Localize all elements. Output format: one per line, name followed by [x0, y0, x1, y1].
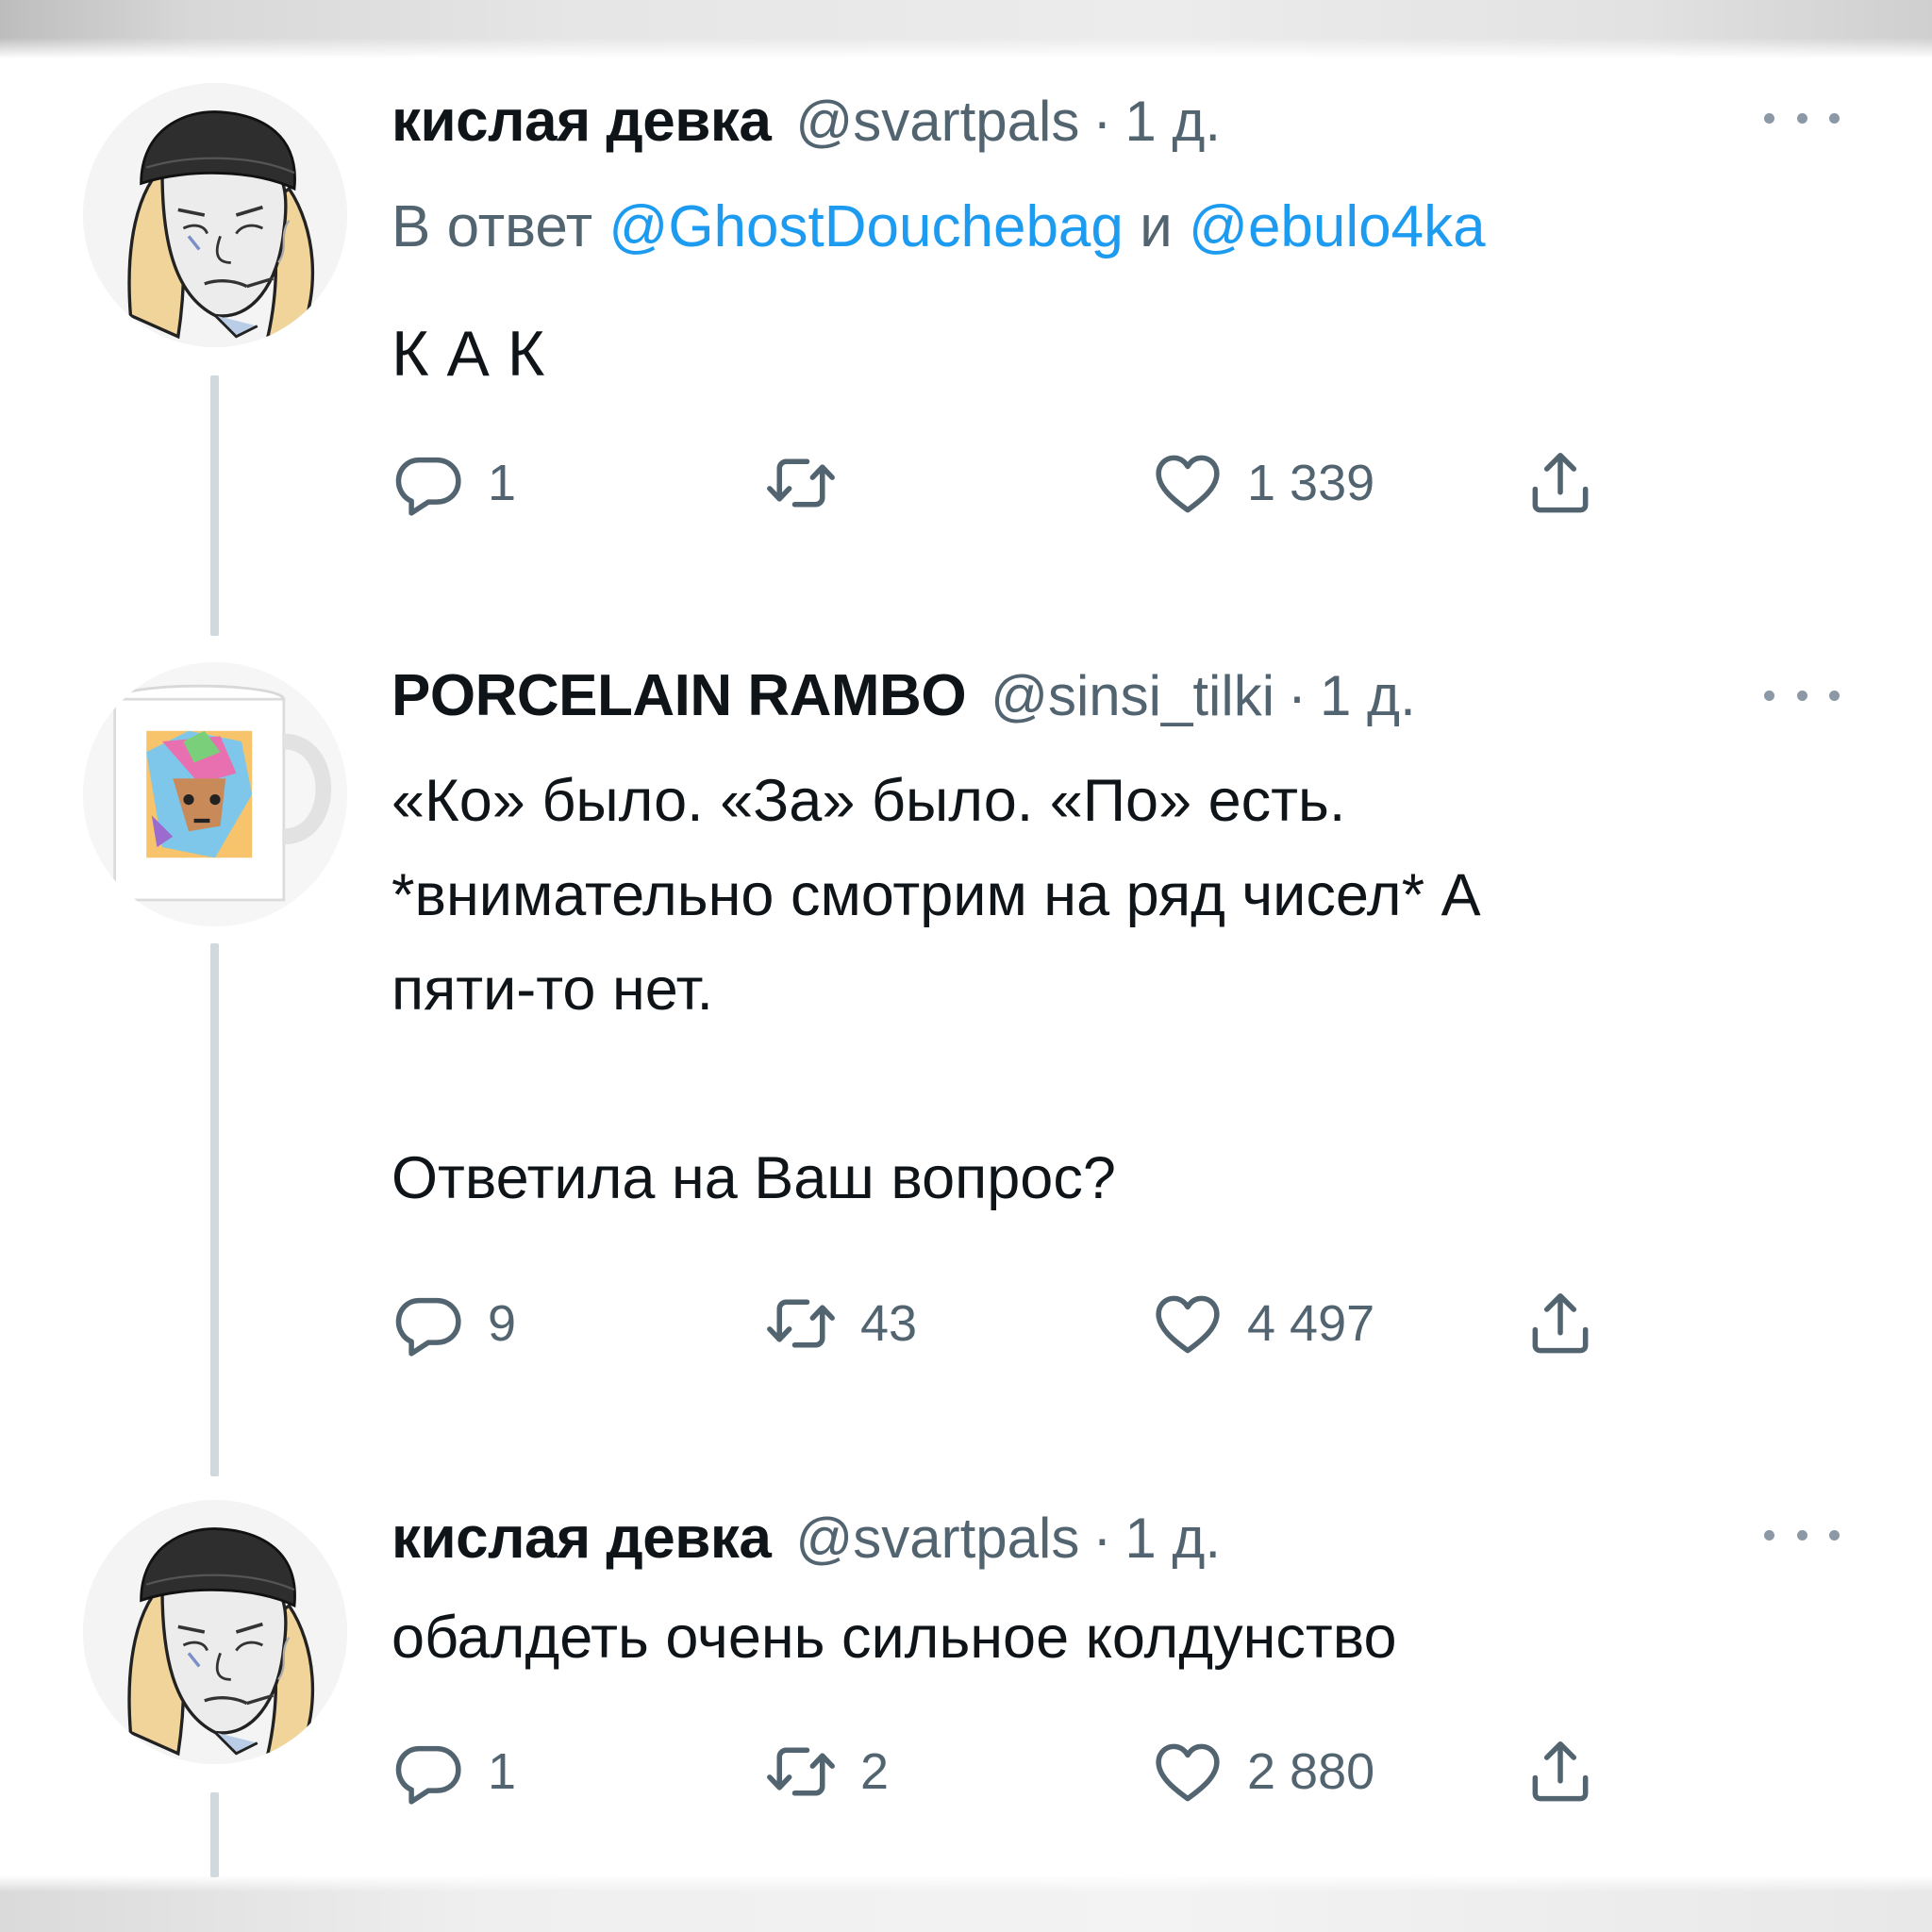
reply-icon — [391, 1735, 465, 1808]
avatar[interactable] — [83, 83, 347, 347]
retweet-button[interactable] — [764, 441, 860, 525]
share-button[interactable] — [1524, 1281, 1597, 1366]
separator: · — [1092, 1506, 1112, 1570]
reply-button[interactable]: 9 — [391, 1281, 516, 1366]
avatar[interactable] — [83, 662, 347, 926]
retweet-count: 43 — [860, 1295, 918, 1352]
blurred-bottom-edge — [0, 1875, 1932, 1932]
tweet-header: кислая девка @svartpals · 1 д. — [391, 1500, 1221, 1575]
share-icon — [1524, 1735, 1597, 1808]
like-button[interactable]: 4 497 — [1151, 1281, 1374, 1366]
like-count: 1 339 — [1247, 455, 1375, 511]
tweet-actions: 1 1 339 — [391, 441, 1637, 525]
heart-icon — [1151, 1287, 1224, 1360]
tweet-text: «Ко» было. «За» было. «По» есть. *внимат… — [391, 768, 1481, 1211]
like-button[interactable]: 2 880 — [1151, 1729, 1374, 1814]
reply-count: 9 — [488, 1295, 517, 1352]
reply-icon — [391, 446, 465, 520]
display-name[interactable]: PORCELAIN RAMBO — [391, 662, 967, 729]
blurred-top-edge — [0, 0, 1932, 58]
tweet-actions: 1 2 2 880 — [391, 1729, 1637, 1814]
display-name[interactable]: кислая девка — [391, 88, 772, 155]
tweet-text: К А К — [391, 318, 545, 390]
user-handle[interactable]: @svartpals — [795, 1506, 1079, 1571]
like-button[interactable]: 1 339 — [1151, 441, 1374, 525]
tweet-actions: 9 43 4 497 — [391, 1281, 1637, 1366]
reply-button[interactable]: 1 — [391, 441, 516, 525]
separator: · — [1288, 663, 1307, 727]
reply-count: 1 — [488, 455, 517, 511]
tweet-header: кислая девка @svartpals · 1 д. — [391, 83, 1221, 158]
share-button[interactable] — [1524, 1729, 1597, 1814]
retweet-icon — [764, 446, 838, 520]
share-icon — [1524, 1287, 1597, 1360]
reply-button[interactable]: 1 — [391, 1729, 516, 1814]
thread-line — [210, 375, 219, 636]
like-count: 4 497 — [1247, 1295, 1375, 1352]
avatar-image — [83, 1500, 347, 1764]
retweet-count: 2 — [860, 1743, 890, 1800]
reply-count: 1 — [488, 1743, 517, 1800]
avatar[interactable] — [83, 1500, 347, 1764]
thread-line — [210, 943, 219, 1476]
mention-link[interactable]: @ebulo4ka — [1189, 194, 1486, 259]
more-icon[interactable] — [1764, 676, 1840, 714]
retweet-icon — [764, 1287, 838, 1360]
heart-icon — [1151, 1735, 1224, 1808]
retweet-button[interactable]: 2 — [764, 1729, 889, 1814]
reply-prefix: В ответ — [391, 194, 593, 259]
more-icon[interactable] — [1764, 1516, 1840, 1554]
avatar-image — [83, 662, 347, 926]
more-icon[interactable] — [1764, 99, 1840, 137]
display-name[interactable]: кислая девка — [391, 1505, 772, 1572]
reply-icon — [391, 1287, 465, 1360]
timestamp[interactable]: 1 д. — [1124, 1506, 1221, 1571]
tweet-header: PORCELAIN RAMBO @sinsi_tilki · 1 д. — [391, 658, 1416, 733]
user-handle[interactable]: @sinsi_tilki — [991, 663, 1274, 728]
timestamp[interactable]: 1 д. — [1320, 663, 1416, 728]
user-handle[interactable]: @svartpals — [795, 89, 1079, 154]
share-icon — [1524, 446, 1597, 520]
reply-context: В ответ @GhostDouchebag и @ebulo4ka — [391, 193, 1486, 260]
thread-line — [210, 1792, 219, 1877]
heart-icon — [1151, 446, 1224, 520]
timestamp[interactable]: 1 д. — [1124, 89, 1221, 154]
share-button[interactable] — [1524, 441, 1597, 525]
like-count: 2 880 — [1247, 1743, 1375, 1800]
reply-conjunction: и — [1140, 194, 1173, 259]
retweet-button[interactable]: 43 — [764, 1281, 917, 1366]
tweet-text: обалдеть очень сильное колдунство — [391, 1605, 1397, 1671]
separator: · — [1092, 89, 1112, 153]
retweet-icon — [764, 1735, 838, 1808]
avatar-image — [83, 83, 347, 347]
mention-link[interactable]: @GhostDouchebag — [608, 194, 1124, 259]
